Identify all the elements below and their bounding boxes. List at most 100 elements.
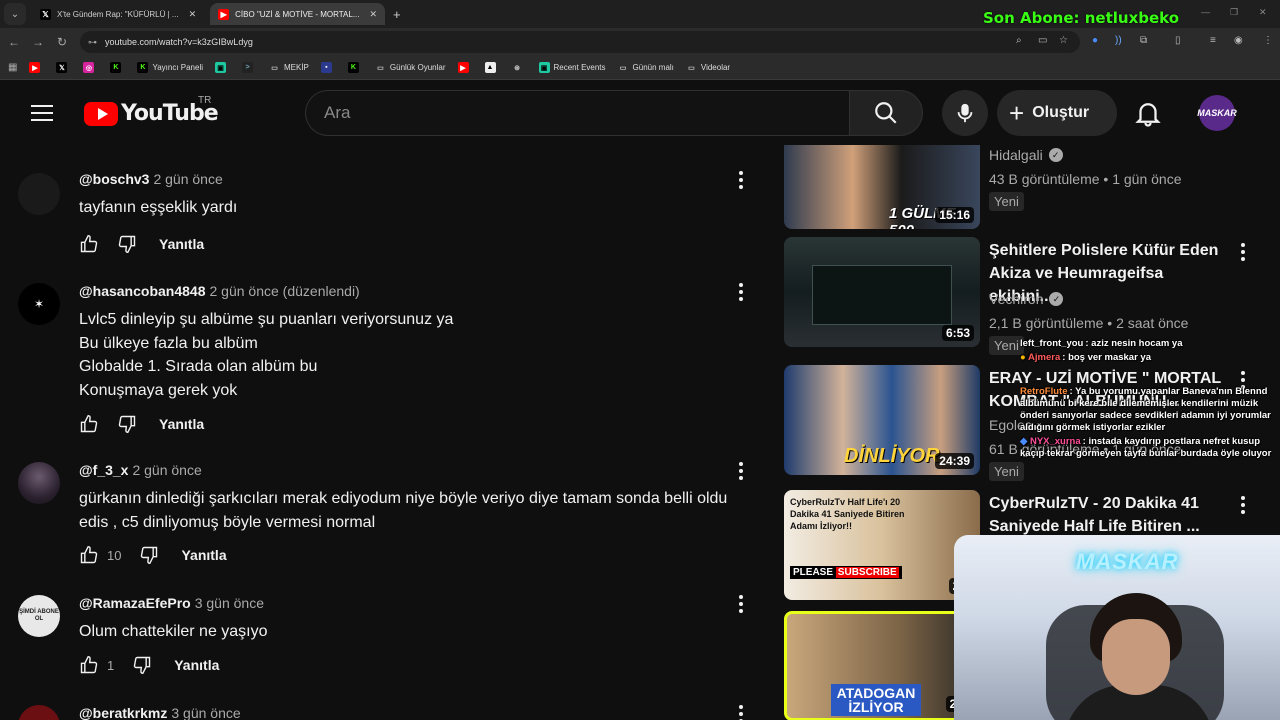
chat-text: boş ver maskar ya — [1068, 352, 1151, 363]
bookmark-videolar[interactable]: ▭ Videolar — [686, 62, 730, 73]
maximize-icon[interactable]: ❐ — [1230, 7, 1238, 18]
bookmark-x[interactable]: 𝕏 — [56, 62, 71, 73]
reading-list-icon[interactable]: ≡ — [1210, 35, 1216, 46]
voice-search-button[interactable] — [942, 90, 988, 136]
browser-tab[interactable]: 𝕏 X'te Gündem Rap: "KÜFÜRLÜ | ... ✕ — [32, 3, 204, 25]
sidebar-icon[interactable]: ▯ — [1175, 35, 1181, 46]
bookmark-kick[interactable]: K — [110, 62, 125, 73]
minimize-icon[interactable]: — — [1201, 7, 1210, 17]
channel-name[interactable]: Vechiron ✓ — [989, 291, 1064, 307]
bookmark-star-icon[interactable]: ☆ — [1059, 35, 1068, 46]
comment-author[interactable]: @hasancoban4848 — [79, 283, 206, 299]
video-thumbnail[interactable]: ATADOGAN İZLİYOR 24: — [784, 611, 980, 720]
reply-button[interactable]: Yanıtla — [159, 236, 204, 252]
app-icon: ▣ — [538, 62, 550, 73]
comment-text: gürkanın dinlediği şarkıcıları merak edi… — [79, 490, 728, 531]
forward-icon[interactable]: → — [26, 35, 50, 49]
menu-icon[interactable] — [31, 105, 53, 121]
youtube-logo[interactable]: YouTube TR — [84, 95, 219, 126]
comment-more-icon[interactable] — [736, 595, 746, 617]
comment-actions: 1 Yanıtla — [79, 655, 219, 675]
comment-time[interactable]: 3 gün önce — [195, 595, 264, 611]
thumbs-up-icon[interactable] — [79, 414, 99, 434]
tab-close-icon[interactable]: ✕ — [189, 9, 197, 20]
comment-more-icon[interactable] — [736, 283, 746, 305]
menu-kebab-icon[interactable]: ⋮ — [1263, 35, 1273, 46]
thumbs-down-icon[interactable] — [117, 234, 137, 254]
bookmark-youtube[interactable]: ▶ — [29, 62, 44, 73]
comment-author[interactable]: @RamazaEfePro — [79, 595, 191, 611]
comment-time[interactable]: 3 gün önce — [171, 705, 240, 720]
bookmark-app[interactable]: ▲ — [484, 62, 500, 73]
bookmark-kick[interactable]: K — [347, 62, 363, 73]
url-field[interactable]: ⊶ youtube.com/watch?v=k3zGIBwLdyg — [80, 31, 1080, 53]
notifications-bell-icon[interactable] — [1133, 98, 1163, 128]
search-button[interactable] — [849, 90, 923, 136]
site-info-icon[interactable]: ⊶ — [88, 37, 97, 48]
extension-icon[interactable]: )) — [1115, 35, 1122, 46]
account-avatar[interactable]: MASKAR — [1197, 95, 1237, 131]
thumbnail-scene — [812, 265, 952, 325]
reload-icon[interactable]: ↻ — [50, 35, 74, 49]
video-thumbnail[interactable]: DİNLİYOR 24:39 — [784, 365, 980, 475]
comment-author[interactable]: @boschv3 — [79, 171, 149, 187]
bookmark-app[interactable]: ⊛ — [512, 62, 527, 73]
avatar[interactable]: ✶ — [18, 283, 60, 325]
stream-chat-overlay: left_front_you: aziz nesin hocam ya ● Aj… — [1020, 338, 1280, 518]
thumbs-down-icon[interactable] — [139, 545, 159, 565]
new-badge: Yeni — [989, 336, 1024, 355]
bookmark-gunluk-oyunlar[interactable]: ▭ Günlük Oyunlar — [375, 62, 445, 73]
profile-icon[interactable]: ◉ — [1234, 35, 1243, 46]
bookmark-instagram[interactable]: ◎ — [83, 62, 98, 73]
channel-name[interactable]: Hidalgali ✓ — [989, 147, 1063, 163]
reply-button[interactable]: Yanıtla — [159, 416, 204, 432]
avatar[interactable] — [18, 462, 60, 504]
extension-icon[interactable]: ● — [1092, 35, 1098, 46]
bookmark-app[interactable]: > — [242, 62, 257, 73]
comment-time[interactable]: 2 gün önce — [132, 462, 201, 478]
avatar[interactable]: ŞİMDİ ABONE OL — [18, 595, 60, 637]
bookmark-gunun-mali[interactable]: ▭ Günün malı — [618, 62, 674, 73]
bookmark-youtube[interactable]: ▶ — [457, 62, 473, 73]
comment-more-icon[interactable] — [736, 462, 746, 484]
new-tab-button[interactable]: + — [393, 7, 401, 22]
video-thumbnail[interactable]: 1 GÜLME 500 15:16 — [784, 145, 980, 229]
thumbs-down-icon[interactable] — [117, 414, 137, 434]
thumbs-up-icon[interactable] — [79, 234, 99, 254]
bookmark-app[interactable]: ▣ — [215, 62, 230, 73]
back-icon[interactable]: ← — [2, 35, 26, 49]
video-thumbnail[interactable]: 6:53 — [784, 237, 980, 347]
comment-more-icon[interactable] — [736, 705, 746, 720]
tab-close-icon[interactable]: ✕ — [370, 9, 378, 20]
bookmark-app[interactable]: ▪ — [320, 62, 336, 73]
tab-search-button[interactable]: ⌄ — [4, 3, 26, 25]
comment-time[interactable]: 2 gün önce (düzenlendi) — [210, 283, 360, 299]
reply-button[interactable]: Yanıtla — [181, 547, 226, 563]
reply-button[interactable]: Yanıtla — [174, 657, 219, 673]
comment-more-icon[interactable] — [736, 171, 746, 193]
bookmark-yayinci-paneli[interactable]: K Yayıncı Paneli — [137, 62, 203, 73]
comment-time[interactable]: 2 gün önce — [153, 171, 222, 187]
instagram-icon: ◎ — [83, 62, 95, 73]
video-thumbnail[interactable]: CyberRulzTv Half Life'ı 20 Dakika 41 San… — [784, 490, 980, 600]
comment-author[interactable]: @f_3_x — [79, 462, 128, 478]
video-more-icon[interactable] — [1239, 243, 1247, 263]
bookmark-label: Recent Events — [553, 63, 606, 72]
search-input[interactable]: Ara — [305, 90, 849, 136]
close-window-icon[interactable]: ✕ — [1259, 7, 1267, 18]
avatar[interactable] — [18, 705, 60, 720]
cast-icon[interactable]: ▭ — [1038, 35, 1047, 46]
apps-grid-icon[interactable]: ▦ — [8, 62, 17, 73]
create-button[interactable]: + Oluştur — [997, 90, 1117, 136]
thumbs-up-icon[interactable] — [79, 655, 99, 675]
browser-tab-active[interactable]: ▶ CİBO "UZİ & MOTİVE - MORTAL... ✕ — [210, 3, 386, 25]
app-icon: ▪ — [320, 62, 332, 73]
extensions-puzzle-icon[interactable]: ⧉ — [1140, 35, 1147, 46]
thumbs-up-icon[interactable] — [79, 545, 99, 565]
zoom-icon[interactable]: ⌕ — [1016, 35, 1022, 46]
bookmark-recent-events[interactable]: ▣ Recent Events — [538, 62, 606, 73]
avatar[interactable] — [18, 173, 60, 215]
bookmark-mekip[interactable]: ▭ MEKİP — [269, 62, 309, 73]
thumbs-down-icon[interactable] — [132, 655, 152, 675]
comment-author[interactable]: @beratkrkmz — [79, 705, 167, 720]
